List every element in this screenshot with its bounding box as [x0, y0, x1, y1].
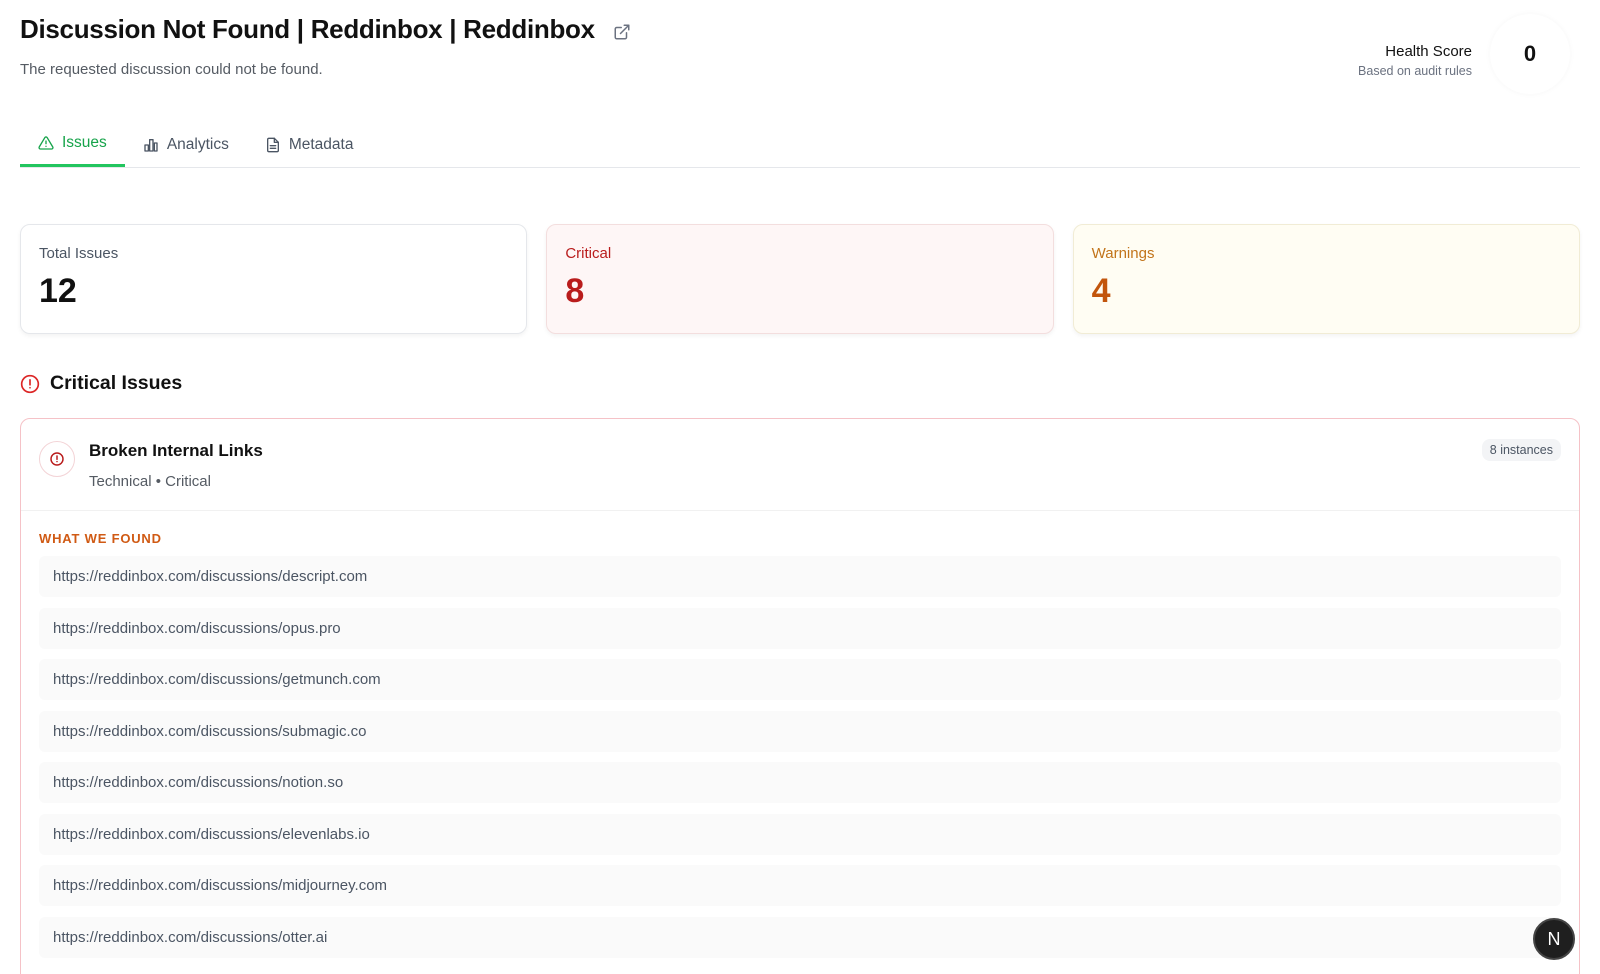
list-item[interactable]: https://reddinbox.com/discussions/midjou… — [39, 865, 1561, 906]
n-logo-button[interactable]: N — [1533, 918, 1575, 960]
stat-total-value: 12 — [39, 272, 77, 310]
title-row: Discussion Not Found | Reddinbox | Reddi… — [20, 14, 1580, 45]
list-item[interactable]: https://reddinbox.com/discussions/notion… — [39, 762, 1561, 803]
stat-critical-label: Critical — [565, 245, 612, 262]
list-item[interactable]: https://reddinbox.com/discussions/descri… — [39, 556, 1561, 597]
health-score-value: 0 — [1490, 14, 1570, 94]
health-score-panel: Health Score Based on audit rules 0 — [1358, 14, 1570, 94]
tab-analytics-label: Analytics — [166, 135, 229, 153]
list-item[interactable]: https://reddinbox.com/discussions/getmun… — [39, 659, 1561, 700]
n-logo-icon: N — [1547, 928, 1561, 949]
tab-analytics[interactable]: Analytics — [125, 122, 247, 167]
stat-warnings-label: Warnings — [1091, 245, 1155, 262]
issue-meta: Technical • Critical — [89, 473, 211, 490]
stat-warnings: Warnings 4 — [1072, 224, 1580, 334]
critical-issues-heading: Critical Issues — [20, 372, 182, 395]
stat-critical: Critical 8 — [546, 224, 1054, 334]
page-title: Discussion Not Found | Reddinbox | Reddi… — [20, 14, 595, 44]
alert-circle-icon — [50, 452, 64, 466]
external-link-icon[interactable] — [613, 23, 631, 41]
document-icon — [266, 137, 279, 152]
stat-critical-value: 8 — [565, 272, 585, 310]
tab-metadata-label: Metadata — [288, 135, 354, 153]
stat-total-issues: Total Issues 12 — [20, 224, 528, 334]
list-item[interactable]: https://reddinbox.com/discussions/eleven… — [39, 813, 1561, 855]
what-we-found-label: WHAT WE FOUND — [39, 531, 162, 546]
stat-warnings-value: 4 — [1091, 272, 1111, 310]
list-item[interactable]: https://reddinbox.com/discussions/submag… — [39, 710, 1561, 752]
health-score-subtitle: Based on audit rules — [1358, 63, 1472, 78]
tab-issues-label: Issues — [62, 134, 107, 151]
stat-total-label: Total Issues — [39, 245, 119, 262]
instances-badge: 8 instances — [1481, 439, 1561, 461]
issue-name: Broken Internal Links — [89, 441, 263, 460]
issue-card-header[interactable]: Broken Internal Links Technical • Critic… — [21, 419, 1579, 511]
tab-metadata[interactable]: Metadata — [247, 122, 372, 167]
alert-triangle-icon — [38, 136, 54, 150]
issue-card-broken-links: Broken Internal Links Technical • Critic… — [20, 418, 1580, 974]
issue-icon — [39, 441, 75, 477]
list-item[interactable]: https://reddinbox.com/discussions/opus.p… — [39, 607, 1561, 649]
section-title: Critical Issues — [50, 372, 183, 394]
stats-row: Total Issues 12 Critical 8 Warnings 4 — [20, 224, 1580, 334]
health-score-text: Health Score Based on audit rules — [1358, 31, 1472, 78]
bar-chart-icon — [144, 138, 158, 152]
health-score-title: Health Score — [1385, 42, 1472, 60]
alert-circle-icon — [20, 374, 40, 393]
tab-bar: Issues Analytics Metadata — [20, 122, 1580, 168]
page-header: Discussion Not Found | Reddinbox | Reddi… — [20, 14, 1580, 94]
tab-issues[interactable]: Issues — [20, 122, 125, 167]
url-list: https://reddinbox.com/discussions/descri… — [39, 556, 1561, 958]
page-subtitle: The requested discussion could not be fo… — [20, 61, 323, 78]
list-item[interactable]: https://reddinbox.com/discussions/otter.… — [39, 916, 1561, 958]
